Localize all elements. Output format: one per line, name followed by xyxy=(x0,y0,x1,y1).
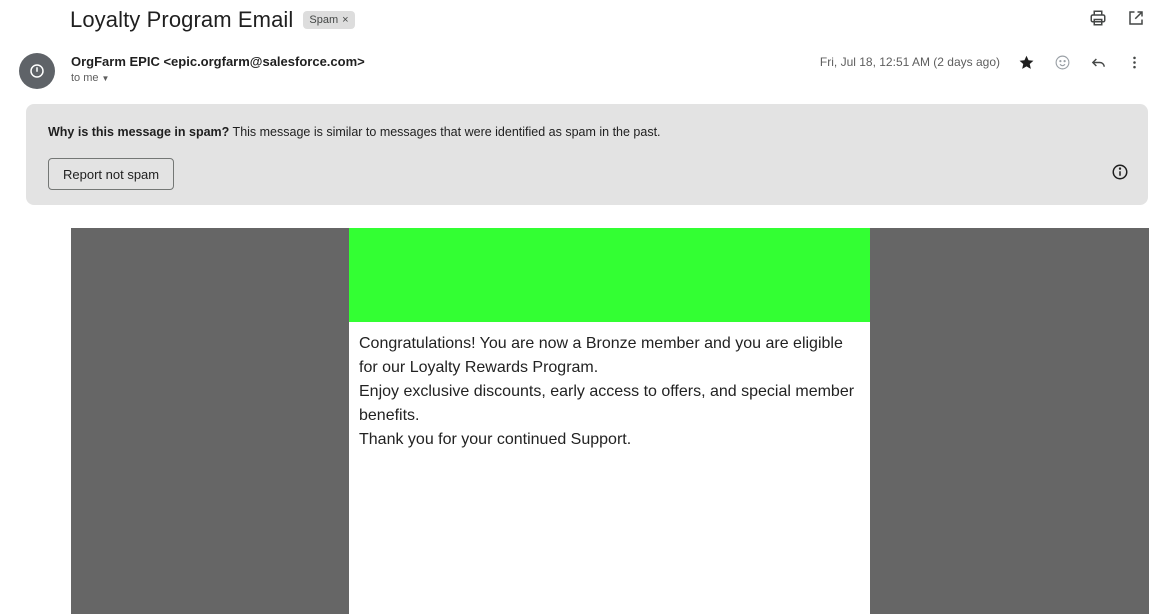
open-new-window-icon[interactable] xyxy=(1126,8,1146,28)
sender-name[interactable]: OrgFarm EPIC <epic.orgfarm@salesforce.co… xyxy=(71,54,365,69)
header-banner xyxy=(349,228,870,322)
subject-row: Loyalty Program Email Spam × xyxy=(70,4,355,36)
recipient-text: to me xyxy=(71,72,99,84)
spam-label-chip[interactable]: Spam × xyxy=(303,11,355,29)
recipients-toggle[interactable]: to me ▼ xyxy=(71,72,365,84)
sender-block: OrgFarm EPIC <epic.orgfarm@salesforce.co… xyxy=(71,54,365,84)
remove-label-icon[interactable]: × xyxy=(342,14,348,26)
spam-label-text: Spam xyxy=(309,14,339,26)
reply-icon[interactable] xyxy=(1088,52,1108,72)
spam-explanation: Why is this message in spam? This messag… xyxy=(48,125,661,139)
chevron-down-icon: ▼ xyxy=(101,73,110,83)
star-icon[interactable] xyxy=(1016,52,1036,72)
message-line: Congratulations! You are now a Bronze me… xyxy=(359,335,843,376)
message-date: Fri, Jul 18, 12:51 AM (2 days ago) xyxy=(819,55,1000,69)
email-subject: Loyalty Program Email xyxy=(70,7,294,32)
print-icon[interactable] xyxy=(1088,8,1108,28)
email-content-frame: Congratulations! You are now a Bronze me… xyxy=(71,228,1149,614)
emoji-icon[interactable] xyxy=(1052,52,1072,72)
spam-reason: This message is similar to messages that… xyxy=(229,125,661,139)
message-meta: Fri, Jul 18, 12:51 AM (2 days ago) xyxy=(820,52,1144,72)
message-line: Enjoy exclusive discounts, early access … xyxy=(359,383,855,424)
email-card: Congratulations! You are now a Bronze me… xyxy=(349,228,870,614)
top-actions xyxy=(1088,8,1146,28)
info-icon[interactable] xyxy=(1110,162,1130,182)
spam-warning-banner: Why is this message in spam? This messag… xyxy=(26,104,1148,205)
avatar-icon xyxy=(19,53,55,89)
email-message-body: Congratulations! You are now a Bronze me… xyxy=(349,322,870,452)
report-not-spam-button[interactable]: Report not spam xyxy=(48,158,175,190)
message-line: Thank you for your continued Support. xyxy=(359,431,632,448)
more-options-icon[interactable] xyxy=(1124,52,1144,72)
spam-question: Why is this message in spam? xyxy=(48,125,230,139)
